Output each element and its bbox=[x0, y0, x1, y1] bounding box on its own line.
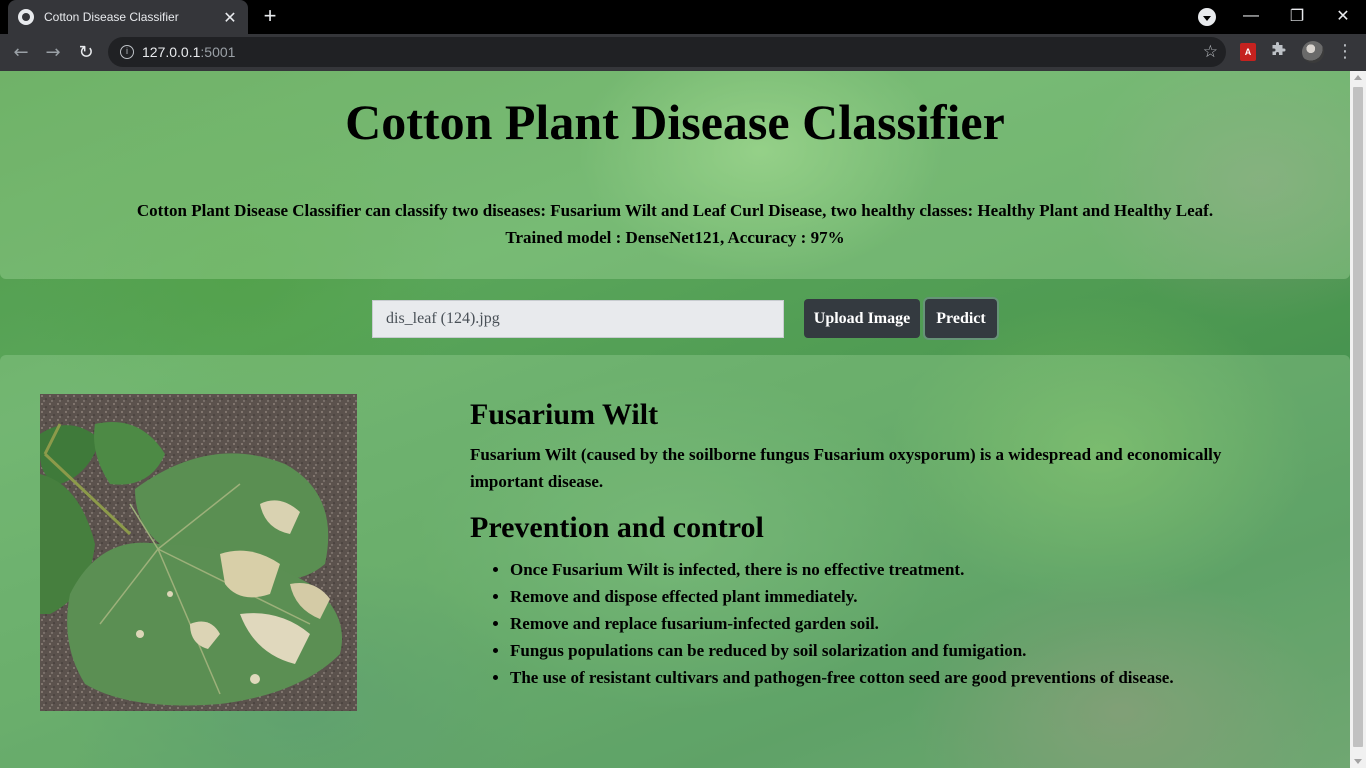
url-host: 127.0.0.1 bbox=[142, 44, 201, 60]
arrow-left-icon[interactable]: ← bbox=[8, 40, 34, 66]
list-item: Remove and dispose effected plant immedi… bbox=[510, 583, 1174, 610]
scroll-down-arrow-icon[interactable] bbox=[1354, 759, 1362, 764]
close-window-button[interactable]: ✕ bbox=[1320, 0, 1366, 32]
predict-button[interactable]: Predict bbox=[925, 299, 997, 338]
page-viewport: Cotton Plant Disease Classifier Cotton P… bbox=[0, 71, 1350, 768]
leaf-image bbox=[40, 394, 357, 711]
description-line-1: Cotton Plant Disease Classifier can clas… bbox=[136, 201, 1214, 220]
prevention-list: Once Fusarium Wilt is infected, there is… bbox=[510, 556, 1174, 691]
browser-toolbar: ← → ↻ i 127.0.0.1:5001 ☆ A ⋮ bbox=[0, 34, 1366, 71]
minimize-button[interactable]: — bbox=[1228, 0, 1274, 32]
url-port: :5001 bbox=[200, 44, 236, 60]
file-name-field[interactable]: dis_leaf (124).jpg bbox=[372, 300, 784, 338]
tab-title: Cotton Disease Classifier bbox=[44, 10, 179, 24]
adobe-pdf-icon[interactable]: A bbox=[1240, 43, 1256, 61]
avatar-icon[interactable] bbox=[1302, 41, 1324, 63]
kebab-menu-icon[interactable]: ⋮ bbox=[1336, 40, 1354, 64]
star-icon[interactable]: ☆ bbox=[1203, 42, 1218, 62]
description-line-2: Trained model : DenseNet121, Accuracy : … bbox=[505, 228, 845, 247]
disease-description: Fusarium Wilt (caused by the soilborne f… bbox=[470, 445, 1222, 491]
reload-icon[interactable]: ↻ bbox=[73, 40, 99, 66]
scroll-thumb[interactable] bbox=[1353, 87, 1363, 747]
arrow-right-icon[interactable]: → bbox=[40, 40, 66, 66]
page-title: Cotton Plant Disease Classifier bbox=[345, 94, 1005, 150]
browser-tab[interactable]: Cotton Disease Classifier ✕ bbox=[8, 0, 248, 34]
tab-strip: Cotton Disease Classifier ✕ + — ❐ ✕ bbox=[0, 0, 1366, 34]
globe-icon bbox=[18, 9, 34, 25]
scroll-up-arrow-icon[interactable] bbox=[1354, 75, 1362, 80]
url-text: 127.0.0.1:5001 bbox=[142, 44, 235, 60]
list-item: Remove and replace fusarium-infected gar… bbox=[510, 610, 1174, 637]
tab-close-icon[interactable]: ✕ bbox=[222, 8, 238, 27]
address-bar[interactable]: i 127.0.0.1:5001 ☆ bbox=[108, 37, 1226, 67]
classifier-description: Cotton Plant Disease Classifier can clas… bbox=[0, 197, 1350, 251]
list-item: Once Fusarium Wilt is infected, there is… bbox=[510, 556, 1174, 583]
restore-button[interactable]: ❐ bbox=[1274, 0, 1320, 32]
list-item: The use of resistant cultivars and patho… bbox=[510, 664, 1174, 691]
puzzle-icon[interactable] bbox=[1270, 42, 1286, 63]
disease-name: Fusarium Wilt bbox=[470, 398, 659, 431]
prevention-heading: Prevention and control bbox=[470, 511, 764, 544]
page-scrollbar[interactable] bbox=[1350, 71, 1366, 768]
new-tab-button[interactable]: + bbox=[258, 4, 282, 28]
list-item: Fungus populations can be reduced by soi… bbox=[510, 637, 1174, 664]
upload-image-button[interactable]: Upload Image bbox=[804, 299, 920, 338]
tab-search-icon[interactable] bbox=[1198, 8, 1216, 26]
info-icon[interactable]: i bbox=[120, 45, 134, 59]
